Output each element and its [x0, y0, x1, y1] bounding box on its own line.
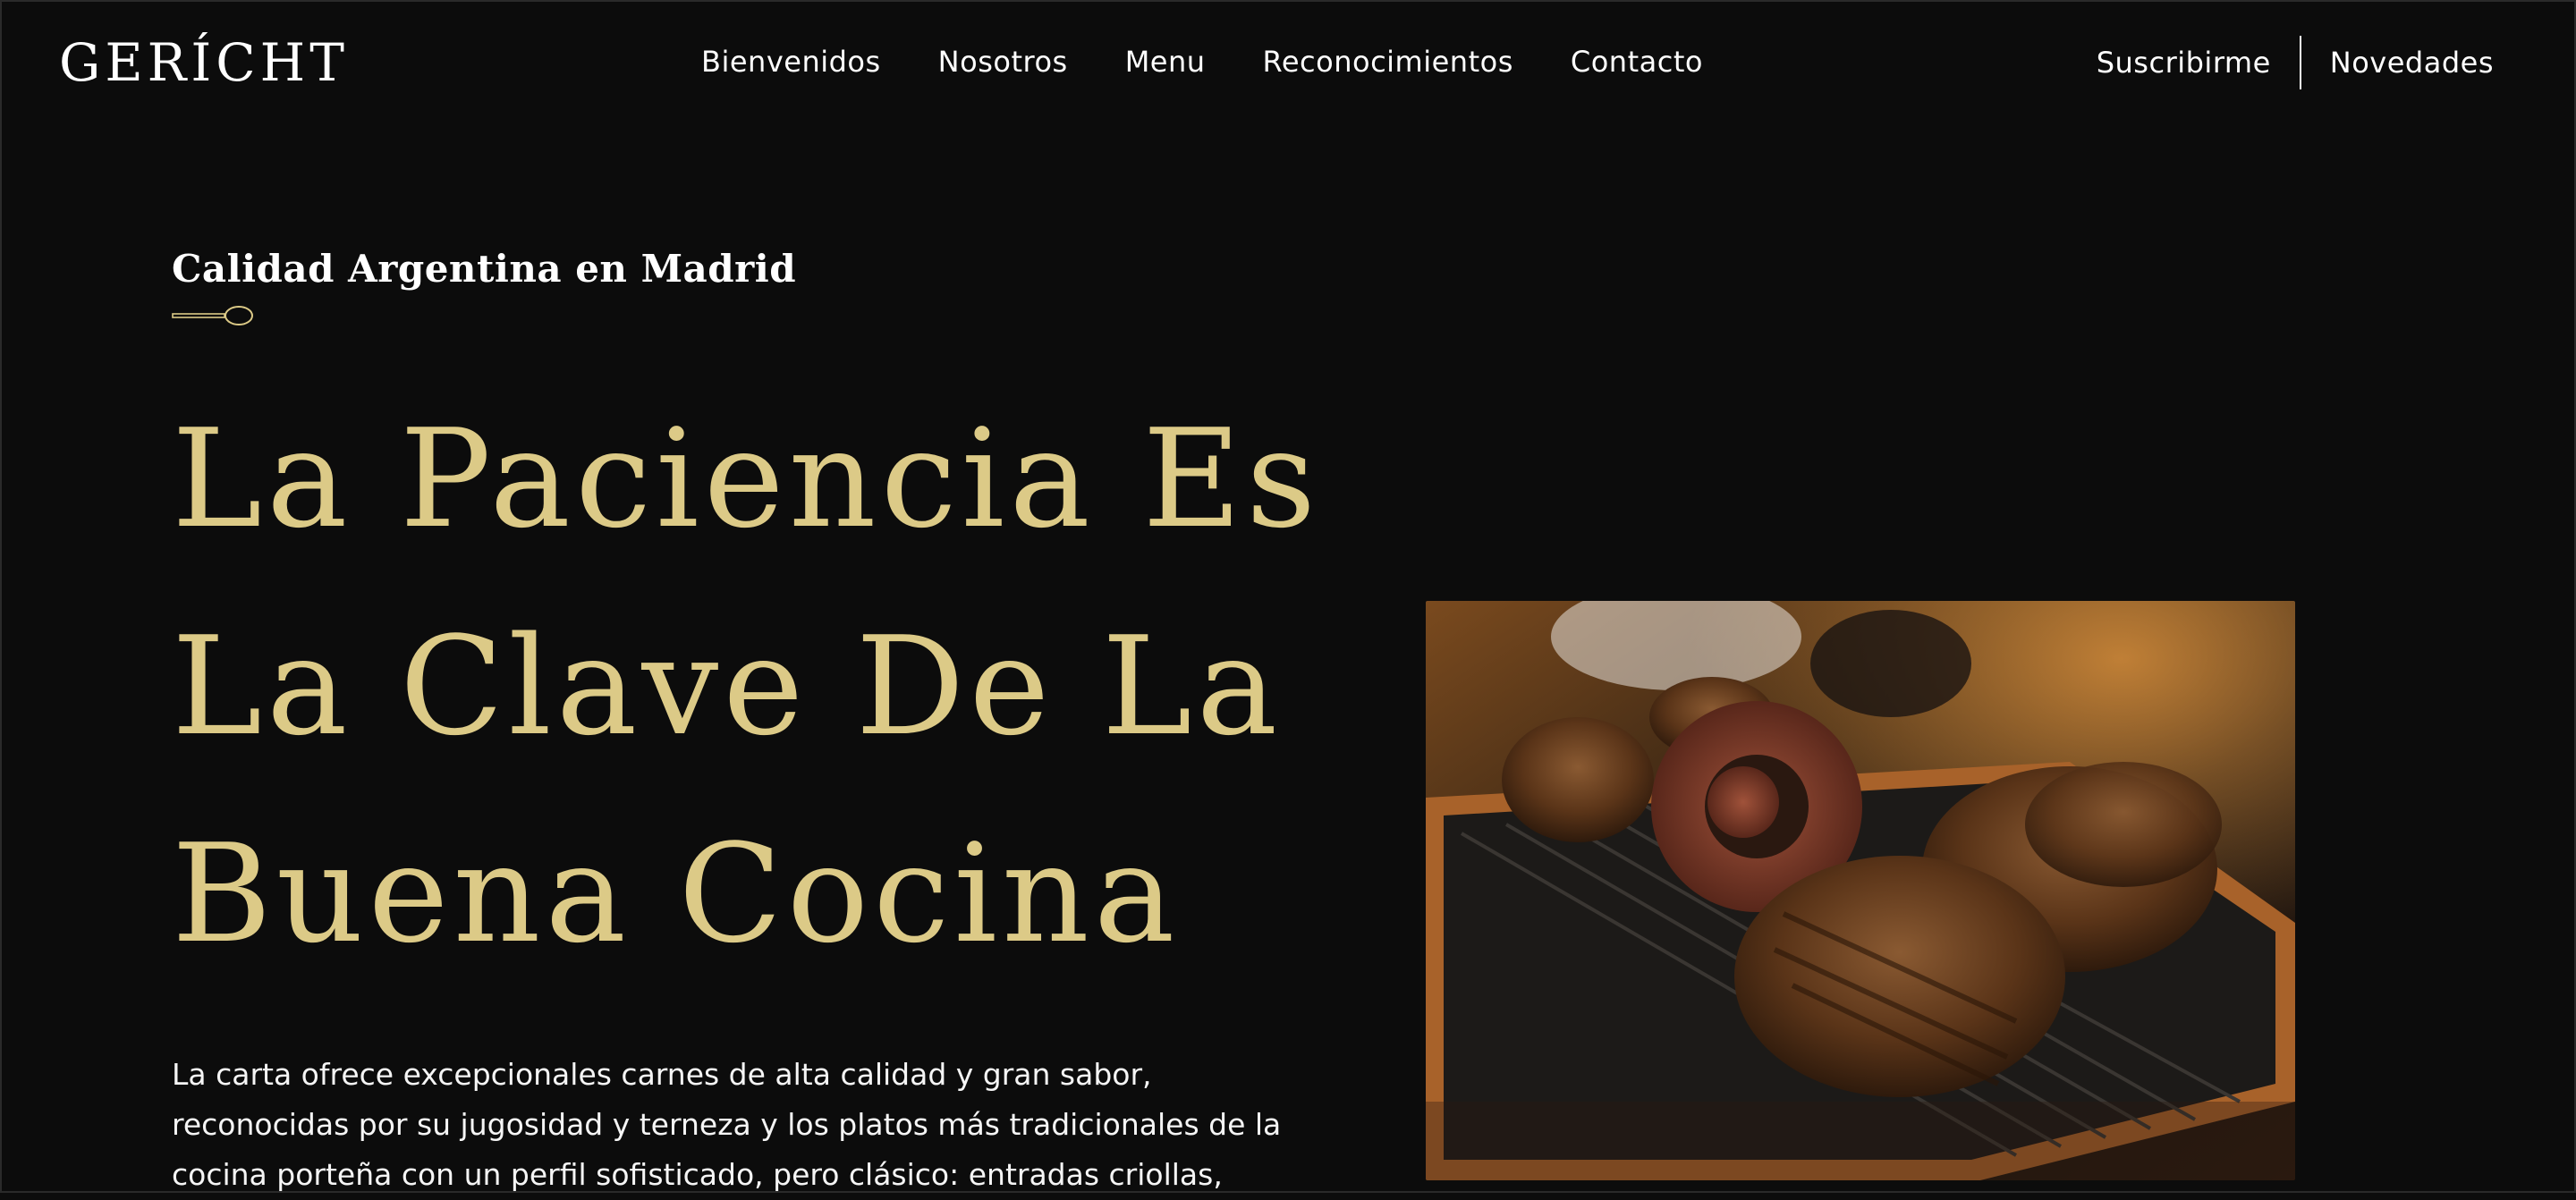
- navbar: GERÍCHT Bienvenidos Nosotros Menu Recono…: [0, 0, 2576, 131]
- nav-link-reconocimientos[interactable]: Reconocimientos: [1263, 45, 1513, 79]
- headline-line-2: La Clave De La: [172, 607, 1283, 765]
- news-link[interactable]: Novedades: [2330, 37, 2494, 89]
- hero-description: La carta ofrece excepcionales carnes de …: [172, 1057, 1282, 1192]
- brand-logo[interactable]: GERÍCHT: [59, 32, 349, 93]
- nav-links: Bienvenidos Nosotros Menu Reconocimiento…: [701, 45, 1703, 79]
- subscribe-link[interactable]: Suscribirme: [2097, 37, 2271, 89]
- grilled-meat-photo: [1426, 601, 2295, 1180]
- headline-line-3: Buena Cocina: [172, 815, 1180, 973]
- hero-subtitle: Calidad Argentina en Madrid: [172, 247, 797, 291]
- headline-line-1: La Paciencia Es: [172, 400, 1321, 558]
- nav-divider: [2299, 36, 2301, 89]
- nav-link-contacto[interactable]: Contacto: [1571, 45, 1703, 79]
- hero-headline: La Paciencia Es La Clave De La Buena Coc…: [172, 376, 1335, 998]
- nav-link-menu[interactable]: Menu: [1125, 45, 1206, 79]
- nav-actions: Suscribirme Novedades: [2097, 36, 2494, 89]
- nav-link-nosotros[interactable]: Nosotros: [938, 45, 1068, 79]
- nav-link-bienvenidos[interactable]: Bienvenidos: [701, 45, 881, 79]
- spoon-icon: [172, 306, 253, 325]
